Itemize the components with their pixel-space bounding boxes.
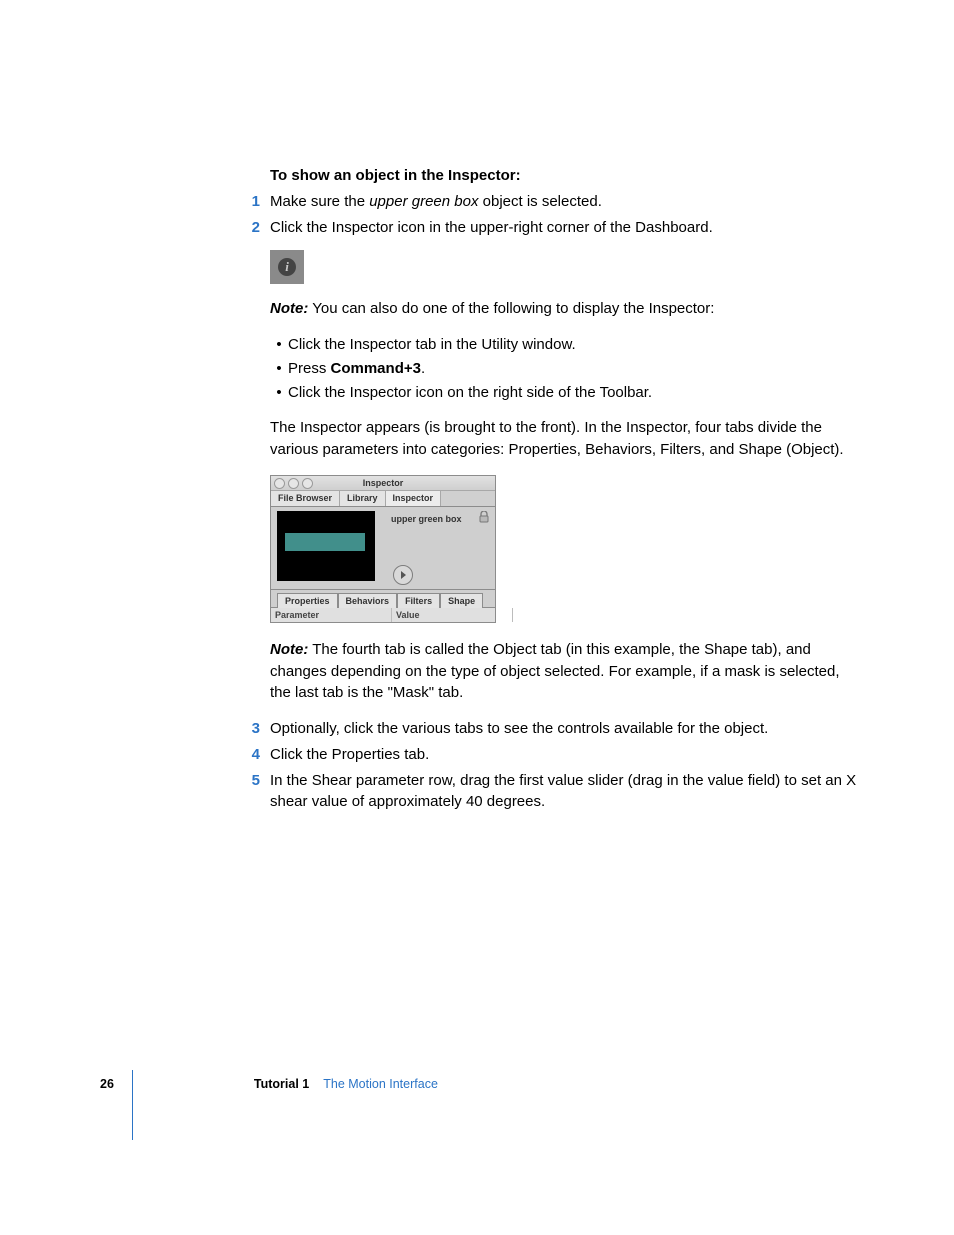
footer-divider	[132, 1070, 133, 1140]
step-body: Click the Inspector icon in the upper-ri…	[270, 217, 713, 239]
traffic-light-icons	[274, 478, 313, 489]
inspector-columns: Parameter Value	[271, 608, 495, 622]
column-parameter: Parameter	[271, 608, 392, 622]
tab-file-browser[interactable]: File Browser	[271, 491, 340, 506]
bullet-marker: •	[270, 358, 288, 380]
object-name-label: upper green box	[391, 513, 462, 526]
preview-object	[285, 533, 365, 551]
step-number: 5	[234, 770, 270, 814]
bullet-item: • Press Command+3.	[270, 358, 860, 380]
bold-text: Command+3	[331, 360, 421, 377]
step-number: 2	[234, 217, 270, 239]
bullet-list: • Click the Inspector tab in the Utility…	[270, 334, 860, 403]
tab-behaviors[interactable]: Behaviors	[338, 593, 398, 608]
play-icon	[401, 571, 406, 579]
note-2: Note: The fourth tab is called the Objec…	[270, 639, 860, 704]
lock-icon[interactable]	[479, 511, 489, 523]
note-text: The fourth tab is called the Object tab …	[270, 641, 840, 702]
inspector-window-figure: Inspector File Browser Library Inspector…	[270, 475, 496, 623]
step-body: Optionally, click the various tabs to se…	[270, 718, 768, 740]
inspector-tabs: Properties Behaviors Filters Shape	[271, 590, 495, 608]
text: object is selected.	[478, 193, 601, 210]
step-number: 3	[234, 718, 270, 740]
tab-library[interactable]: Library	[340, 491, 386, 506]
tab-shape[interactable]: Shape	[440, 593, 483, 608]
chapter-title: The Motion Interface	[323, 1075, 438, 1093]
tab-filters[interactable]: Filters	[397, 593, 440, 608]
italic-text: upper green box	[369, 193, 478, 210]
text: .	[421, 360, 425, 377]
step-body: Make sure the upper green box object is …	[270, 191, 602, 213]
step-1: 1 Make sure the upper green box object i…	[270, 191, 860, 213]
step-body: Click the Properties tab.	[270, 744, 429, 766]
note-label: Note:	[270, 641, 308, 658]
step-number: 1	[234, 191, 270, 213]
info-icon: i	[278, 258, 296, 276]
tutorial-label: Tutorial 1	[254, 1075, 309, 1093]
bullet-text: Click the Inspector tab in the Utility w…	[288, 334, 576, 356]
text: Press	[288, 360, 331, 377]
tab-inspector[interactable]: Inspector	[386, 491, 442, 506]
step-number: 4	[234, 744, 270, 766]
step-4: 4 Click the Properties tab.	[270, 744, 860, 766]
column-value: Value	[392, 608, 513, 622]
play-button[interactable]	[393, 565, 413, 585]
inspector-icon-thumbnail: i	[270, 250, 304, 284]
bullet-marker: •	[270, 334, 288, 356]
page-footer: 26 Tutorial 1 The Motion Interface	[100, 1075, 438, 1093]
utility-tabs: File Browser Library Inspector	[271, 491, 495, 507]
note-text: You can also do one of the following to …	[308, 300, 714, 317]
text: Make sure the	[270, 193, 369, 210]
bullet-text: Press Command+3.	[288, 358, 425, 380]
tab-properties[interactable]: Properties	[277, 593, 338, 608]
inspector-preview-area: upper green box	[271, 507, 495, 590]
inspector-titlebar: Inspector	[271, 476, 495, 491]
step-2: 2 Click the Inspector icon in the upper-…	[270, 217, 860, 239]
bullet-text: Click the Inspector icon on the right si…	[288, 382, 652, 404]
step-5: 5 In the Shear parameter row, drag the f…	[270, 770, 860, 814]
section-heading: To show an object in the Inspector:	[270, 165, 860, 187]
step-3: 3 Optionally, click the various tabs to …	[270, 718, 860, 740]
bullet-marker: •	[270, 382, 288, 404]
paragraph: The Inspector appears (is brought to the…	[270, 417, 860, 461]
bullet-item: • Click the Inspector tab in the Utility…	[270, 334, 860, 356]
step-body: In the Shear parameter row, drag the fir…	[270, 770, 860, 814]
note-label: Note:	[270, 300, 308, 317]
page-number: 26	[100, 1075, 114, 1093]
window-title: Inspector	[363, 478, 404, 488]
bullet-item: • Click the Inspector icon on the right …	[270, 382, 860, 404]
note-1: Note: You can also do one of the followi…	[270, 298, 860, 320]
